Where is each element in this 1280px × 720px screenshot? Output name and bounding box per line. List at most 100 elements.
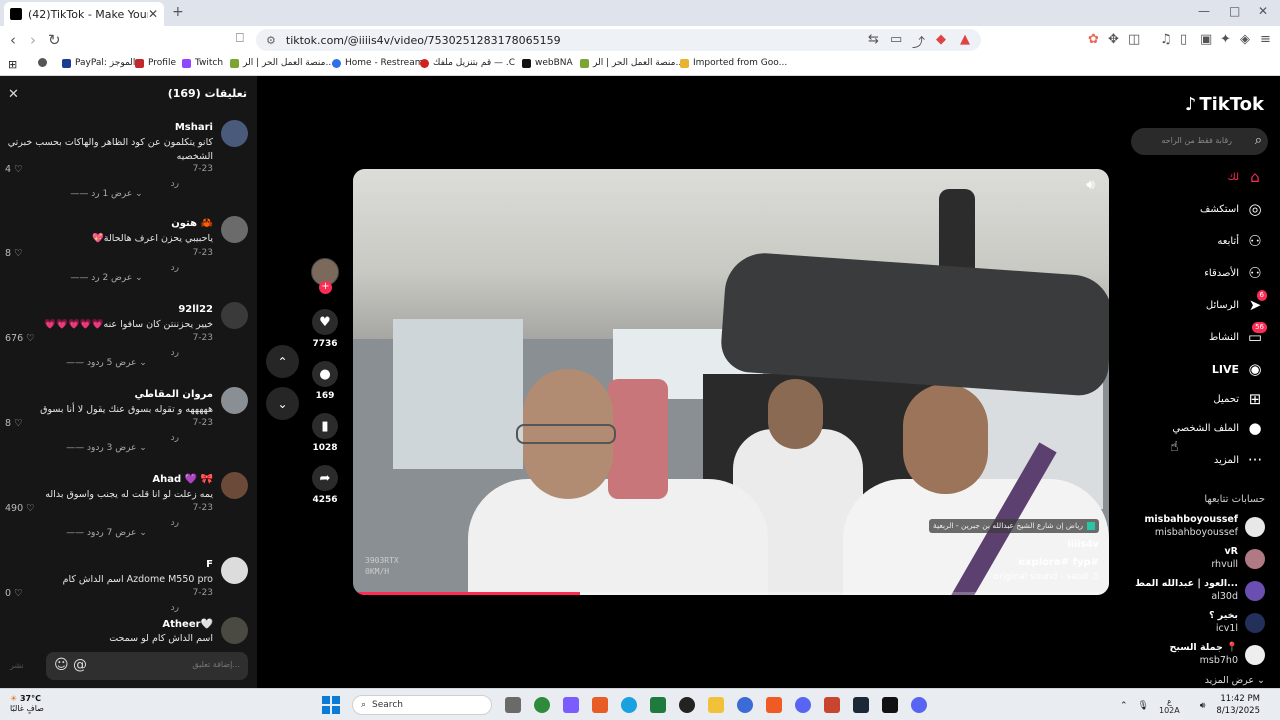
brave-shield-icon[interactable]: ◆ — [936, 32, 946, 47]
edge-icon[interactable] — [621, 697, 637, 713]
search-input[interactable]: رقابة فقط من الراحه ⌕ — [1131, 128, 1268, 155]
bookmark-download[interactable]: قم بتنزيل ملفك — .C — [420, 58, 515, 68]
brave-icon[interactable] — [766, 697, 782, 713]
nav-activity[interactable]: ▭ 56 النشاط — [1209, 322, 1267, 346]
search-icon[interactable]: ⌕ — [1255, 133, 1262, 148]
avatar[interactable] — [221, 617, 248, 644]
view-replies-button[interactable]: —— عرض 7 ردود ⌄ — [0, 528, 213, 538]
next-video-button[interactable]: ⌄ — [266, 387, 299, 420]
following-account[interactable]: جملة السبح 📍 msb7h0 — [1125, 642, 1265, 672]
previous-video-button[interactable]: ⌃ — [266, 345, 299, 378]
comment-button[interactable]: ● 169 — [310, 361, 340, 401]
comment-username[interactable]: هتون 🦀 — [171, 218, 213, 229]
leo-ai-icon[interactable]: ✦ — [1220, 32, 1231, 47]
comment-username[interactable]: Ahad 💜 🎀 — [152, 474, 213, 485]
clock[interactable]: 11:42 PM 8/13/2025 — [1216, 693, 1260, 717]
install-icon[interactable]: ▭ — [890, 32, 902, 47]
nav-more[interactable]: ··· المزيد — [1214, 451, 1265, 469]
capcut-icon[interactable] — [882, 697, 898, 713]
screenshot-icon[interactable]: ◫ — [1128, 32, 1140, 47]
comment-username[interactable]: Mshari — [175, 122, 213, 133]
save-button[interactable]: ▮ 1028 — [310, 413, 340, 453]
app-icon[interactable] — [592, 697, 608, 713]
translate-icon[interactable]: ⇆ — [868, 32, 879, 47]
tiktok-logo[interactable]: ♪ TikTok — [1185, 94, 1264, 115]
extensions-puzzle-icon[interactable]: ✥ — [1108, 32, 1119, 47]
language-indicator[interactable]: ع 102A — [1159, 697, 1190, 715]
video-sound[interactable]: original sound - saud ♫ — [994, 572, 1099, 582]
reply-button[interactable]: رد — [171, 518, 179, 528]
post-button[interactable]: نشر — [10, 661, 24, 670]
avatar[interactable] — [221, 472, 248, 499]
sidebar-icon[interactable]: ▯ — [1180, 32, 1187, 47]
close-comments-icon[interactable]: ✕ — [8, 87, 19, 102]
location-tag[interactable]: رياض إن شارع الشيخ عبدالله بن جبرين - ال… — [929, 519, 1099, 533]
bookmark-webbna[interactable]: webBNA — [522, 58, 573, 68]
nav-for-you[interactable]: ⌂ لك — [1228, 168, 1265, 186]
reply-button[interactable]: رد — [171, 263, 179, 273]
close-window-button[interactable]: ✕ — [1258, 4, 1268, 18]
minimize-button[interactable]: — — [1198, 4, 1210, 18]
video-player[interactable]: 🔊︎ 3903RTX 0KM/H رياض إن شارع الشيخ عبدا… — [353, 169, 1109, 595]
windows-start-icon[interactable] — [322, 696, 340, 714]
bookmark-star-icon[interactable]: ⎕ — [236, 31, 244, 46]
following-account[interactable]: misbahboyoussef misbahboyoussef — [1125, 514, 1265, 544]
forward-icon[interactable]: › — [30, 31, 36, 49]
reply-button[interactable]: رد — [171, 433, 179, 443]
chevron-up-icon[interactable]: ⌃ — [1120, 701, 1128, 711]
browser-tab[interactable]: (42)TikTok - Make Your Day ✕ — [4, 2, 164, 26]
back-icon[interactable]: ‹ — [10, 31, 16, 49]
app-icon[interactable] — [737, 697, 753, 713]
bookmark-freelance-2[interactable]: منصة العمل الحر | الر... — [580, 58, 684, 68]
comment-likes[interactable]: 0 ♡ — [5, 588, 23, 599]
nav-following[interactable]: ⚇ أتابعه — [1217, 232, 1265, 250]
comment-username[interactable]: مروان المقاطي — [135, 389, 213, 400]
avatar[interactable] — [221, 557, 248, 584]
bookmark-globe[interactable] — [38, 58, 51, 67]
bookmark-freelance-1[interactable]: منصة العمل الحر | الر... — [230, 58, 334, 68]
bookmark-imported-folder[interactable]: Imported from Goo... — [680, 58, 787, 68]
obs-icon[interactable] — [679, 697, 695, 713]
steam-icon[interactable] — [853, 697, 869, 713]
extension-icon[interactable]: ✿ — [1088, 32, 1099, 47]
following-account[interactable]: العود | عبدالله المط... al30d — [1125, 578, 1265, 608]
menu-icon[interactable]: ≡ — [1260, 32, 1271, 47]
nav-messages[interactable]: ➤ 6 الرسائل — [1206, 290, 1267, 314]
reply-button[interactable]: رد — [171, 179, 179, 189]
avatar[interactable] — [221, 216, 248, 243]
discord-icon[interactable] — [795, 697, 811, 713]
reload-icon[interactable]: ↻ — [48, 31, 61, 49]
nav-explore[interactable]: ◎ استكشف — [1200, 200, 1265, 218]
avatar[interactable] — [221, 120, 248, 147]
bookmark-profile[interactable]: Profile — [135, 58, 176, 68]
bookmark-paypal[interactable]: PayPal: الموجز — [62, 58, 135, 68]
view-replies-button[interactable]: —— عرض 3 ردود ⌄ — [0, 443, 213, 453]
volume-icon[interactable]: 🔊︎ — [1200, 701, 1206, 711]
comment-input[interactable]: ☺ @ إضافة تعليق... — [46, 652, 248, 680]
nav-upload[interactable]: ⊞ تحميل — [1213, 390, 1265, 408]
emoji-icon[interactable]: ☺ @ — [54, 657, 87, 673]
comment-username[interactable]: Atheer🤍 — [162, 619, 213, 630]
discord-icon[interactable] — [911, 697, 927, 713]
apps-grid-icon[interactable]: ⊞ — [8, 58, 17, 71]
nav-profile[interactable]: ● الملف الشخصي — [1172, 419, 1265, 437]
comment-likes[interactable]: 8 ♡ — [5, 248, 23, 259]
comment-username[interactable]: 92ll22 — [178, 304, 213, 315]
share-button[interactable]: ➦ 4256 — [310, 465, 340, 505]
comment-likes[interactable]: 8 ♡ — [5, 418, 23, 429]
view-replies-button[interactable]: —— عرض 5 ردود ⌄ — [0, 358, 213, 368]
view-replies-button[interactable]: —— عرض 1 رد ⌄ — [0, 189, 213, 199]
weather-widget[interactable]: ☀ 37°C صافٍ غالبًا — [10, 694, 44, 714]
maximize-button[interactable]: □ — [1229, 4, 1240, 18]
music-icon[interactable]: ♫ — [1160, 32, 1172, 47]
wallet-icon[interactable]: ▣ — [1200, 32, 1212, 47]
microphone-icon[interactable]: 🎙︎ — [1138, 701, 1149, 711]
reply-button[interactable]: رد — [171, 348, 179, 358]
comment-likes[interactable]: 4 ♡ — [5, 164, 23, 175]
brave-rewards-icon[interactable]: ▲ — [960, 32, 970, 47]
vpn-icon[interactable]: ◈ — [1240, 32, 1250, 47]
following-account[interactable]: بخير ؟ icv1l — [1125, 610, 1265, 640]
comment-likes[interactable]: 676 ♡ — [5, 333, 35, 344]
following-account[interactable]: vR rhvull — [1125, 546, 1265, 576]
video-username[interactable]: iiiis4v — [1068, 539, 1099, 550]
